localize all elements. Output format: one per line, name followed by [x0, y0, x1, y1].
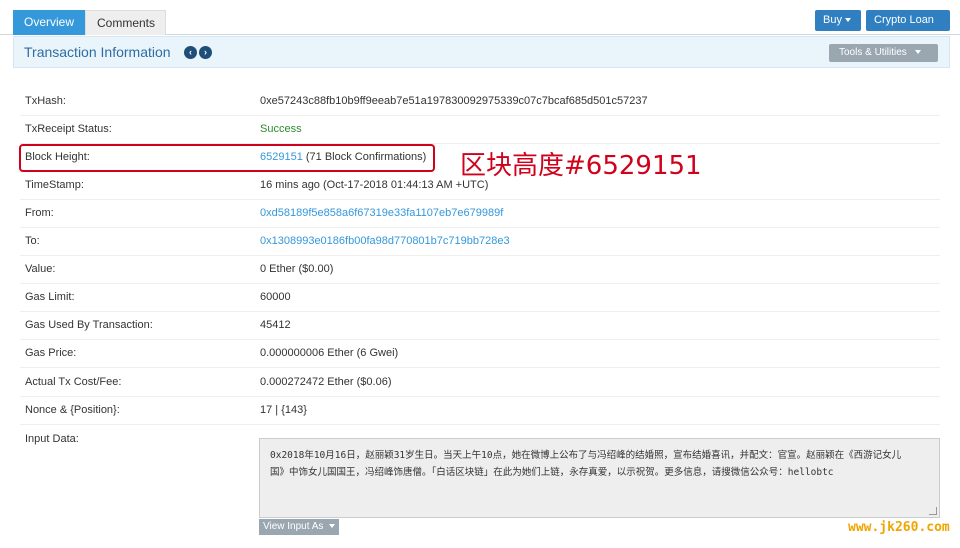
nonce-label: Nonce & {Position}: [25, 404, 120, 416]
page-title: Transaction Information [24, 44, 171, 60]
row-nonce: Nonce & {Position}: 17 | {143} [25, 404, 925, 424]
gas-limit-value: 60000 [260, 291, 291, 303]
caret-down-icon [329, 524, 336, 529]
divider [20, 339, 940, 340]
row-tx-fee: Actual Tx Cost/Fee: 0.000272472 Ether ($… [25, 376, 925, 396]
tab-overview[interactable]: Overview [13, 10, 85, 35]
input-data-line: 0x2018年10月16日，赵丽颖31岁生日。当天上午10点，她在微博上公布了与… [270, 450, 902, 461]
divider [20, 283, 940, 284]
view-input-as-button[interactable]: View Input As [259, 519, 339, 535]
row-txhash: TxHash: 0xe57243c88fb10b9ff9eeab7e51a197… [25, 95, 925, 115]
row-gas-used: Gas Used By Transaction: 45412 [25, 319, 925, 339]
chevron-right-icon[interactable]: › [199, 46, 212, 59]
buy-button[interactable]: Buy [815, 10, 861, 31]
annotation-text: 区块高度#6529151 [460, 151, 702, 181]
to-label: To: [25, 235, 40, 247]
resize-handle-icon[interactable] [929, 507, 937, 515]
txhash-value: 0xe57243c88fb10b9ff9eeab7e51a19783009297… [260, 95, 648, 107]
divider [20, 367, 940, 368]
to-address-link[interactable]: 0x1308993e0186fb00fa98d770801b7c719bb728… [260, 235, 510, 247]
nonce-value: 17 | {143} [260, 404, 307, 416]
crypto-loan-button-label: Crypto Loan [874, 14, 934, 26]
divider [20, 396, 940, 397]
txhash-label: TxHash: [25, 95, 66, 107]
tx-fee-value: 0.000272472 Ether ($0.06) [260, 376, 392, 388]
view-input-as-label: View Input As [263, 521, 324, 532]
divider [20, 199, 940, 200]
gas-used-label: Gas Used By Transaction: [25, 319, 153, 331]
row-gas-limit: Gas Limit: 60000 [25, 291, 925, 311]
top-tab-bar: Overview Comments Buy Crypto Loan [0, 0, 960, 44]
from-address-link[interactable]: 0xd58189f5e858a6f67319e33fa1107eb7e67998… [260, 207, 503, 219]
tx-fee-label: Actual Tx Cost/Fee: [25, 376, 122, 388]
tools-utilities-label: Tools & Utilities [839, 47, 907, 58]
chevron-left-icon[interactable]: ‹ [184, 46, 197, 59]
row-to: To: 0x1308993e0186fb00fa98d770801b7c719b… [25, 235, 925, 255]
row-timestamp: TimeStamp: 16 mins ago (Oct-17-2018 01:4… [25, 179, 925, 199]
crypto-loan-button[interactable]: Crypto Loan [866, 10, 950, 44]
tab-comments[interactable]: Comments [85, 10, 166, 35]
receipt-status-value: Success [260, 123, 302, 135]
watermark-text: www.jk260.com [848, 520, 950, 535]
tx-nav-arrows: ‹ › [184, 46, 214, 59]
divider [20, 227, 940, 228]
divider [20, 115, 940, 116]
row-receipt-status: TxReceipt Status: Success [25, 123, 925, 143]
divider [20, 311, 940, 312]
receipt-status-label: TxReceipt Status: [25, 123, 112, 135]
from-label: From: [25, 207, 54, 219]
input-data-textarea[interactable]: 0x2018年10月16日，赵丽颖31岁生日。当天上午10点，她在微博上公布了与… [259, 438, 940, 518]
row-value: Value: 0 Ether ($0.00) [25, 263, 925, 283]
input-data-label: Input Data: [25, 433, 79, 445]
input-data-line: 国》中饰女儿国国王，冯绍峰饰唐僧。「白话区块链」在此为她们上链，永存真爱，以示祝… [270, 467, 834, 478]
timestamp-label: TimeStamp: [25, 179, 84, 191]
panel-heading: Transaction Information ‹ › Tools & Utili… [13, 36, 950, 68]
divider [20, 424, 940, 425]
value-value: 0 Ether ($0.00) [260, 263, 334, 275]
buy-button-label: Buy [823, 14, 842, 26]
row-from: From: 0xd58189f5e858a6f67319e33fa1107eb7… [25, 207, 925, 227]
caret-down-icon [914, 50, 921, 55]
value-label: Value: [25, 263, 56, 275]
caret-down-icon [844, 18, 851, 23]
gas-limit-label: Gas Limit: [25, 291, 75, 303]
divider [20, 255, 940, 256]
gas-price-label: Gas Price: [25, 347, 77, 359]
annotation-highlight-box [19, 144, 435, 172]
timestamp-value: 16 mins ago (Oct-17-2018 01:44:13 AM +UT… [260, 179, 489, 191]
tools-utilities-button[interactable]: Tools & Utilities [829, 44, 938, 62]
row-gas-price: Gas Price: 0.000000006 Ether (6 Gwei) [25, 347, 925, 367]
gas-price-value: 0.000000006 Ether (6 Gwei) [260, 347, 399, 359]
gas-used-value: 45412 [260, 319, 291, 331]
